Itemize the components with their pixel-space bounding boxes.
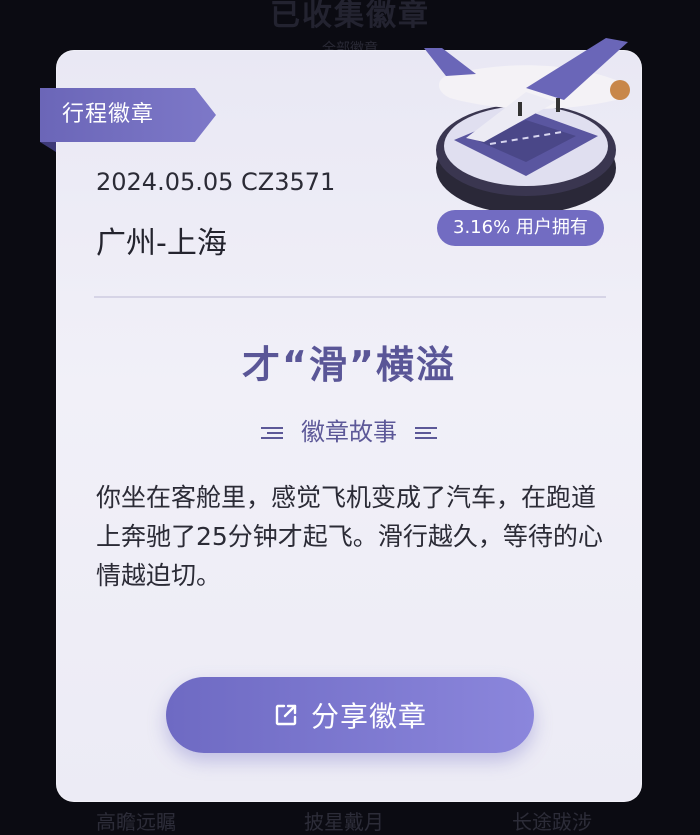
share-icon	[275, 704, 297, 726]
background-footer: 高瞻远瞩 披星戴月 长途跋涉	[0, 800, 700, 835]
route: 广州-上海	[96, 226, 227, 261]
flight-info: 2024.05.05 CZ3571	[96, 168, 336, 196]
divider	[94, 296, 606, 298]
story-label: 徽章故事	[301, 418, 397, 446]
badge-card: 行程徽章 2024.05.05 CZ3571 广州-上海 3.16% 用户拥有 …	[40, 38, 642, 802]
share-badge-button[interactable]: 分享徽章	[166, 677, 534, 753]
ribbon-fold	[40, 142, 56, 152]
background-badge-name: 长途跋涉	[512, 810, 592, 834]
badge-type-ribbon: 行程徽章	[40, 88, 216, 142]
badge-title: 才“滑”横溢	[242, 343, 456, 387]
owner-rate-badge: 3.16% 用户拥有	[437, 210, 604, 246]
background-badge-name: 高瞻远瞩	[96, 810, 176, 834]
story-heading: 徽章故事	[56, 412, 642, 447]
lines-icon	[414, 426, 437, 440]
story-text: 你坐在客舱里，感觉飞机变成了汽车，在跑道上奔驰了25分钟才起飞。滑行越久，等待的…	[96, 483, 603, 590]
lines-icon	[261, 426, 284, 440]
share-button-label: 分享徽章	[310, 700, 427, 733]
background-badge-name: 披星戴月	[304, 810, 384, 834]
